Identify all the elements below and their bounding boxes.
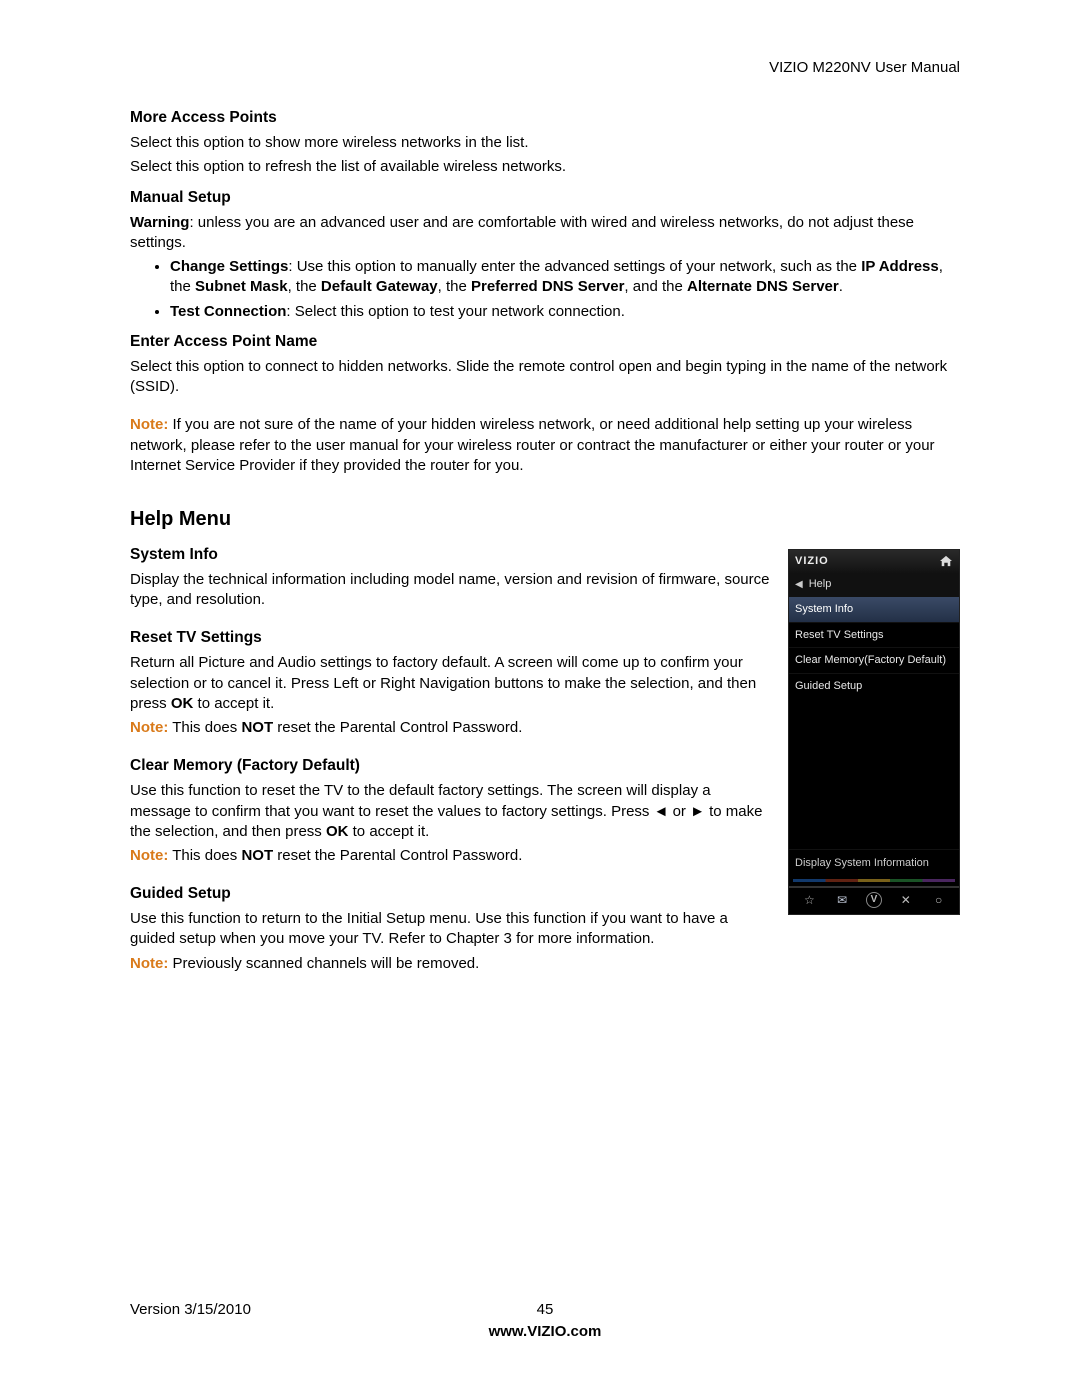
manual-setup-bullet-1: Change Settings: Use this option to manu… (170, 257, 960, 298)
osd-hint: Display System Information (789, 849, 959, 879)
osd-breadcrumb: ◀ Help (789, 573, 959, 596)
hidden-note-text: If you are not sure of the name of your … (130, 416, 935, 474)
message-icon (833, 893, 851, 907)
guided-setup-note: Note: Previously scanned channels will b… (130, 954, 960, 974)
footer-version: Version 3/15/2010 (130, 1300, 251, 1320)
hidden-network-note: Note: If you are not sure of the name of… (130, 415, 960, 476)
manual-setup-warning: Warning: unless you are an advanced user… (130, 213, 960, 254)
osd-item-system-info: System Info (789, 596, 959, 622)
more-access-points-line2: Select this option to refresh the list o… (130, 157, 960, 177)
star-icon (800, 893, 818, 907)
v-button-icon: V (866, 892, 882, 908)
note-label: Note: (130, 416, 168, 433)
warning-text: : unless you are an advanced user and ar… (130, 214, 914, 251)
manual-setup-bullet-2: Test Connection: Select this option to t… (170, 302, 960, 322)
more-access-points-heading: More Access Points (130, 108, 960, 129)
osd-brand: VIZIO (795, 554, 829, 569)
osd-breadcrumb-label: Help (809, 577, 832, 592)
x-icon (897, 893, 915, 907)
footer-url: www.VIZIO.com (130, 1322, 960, 1342)
more-access-points-line1: Select this option to show more wireless… (130, 133, 960, 153)
osd-item-reset-tv: Reset TV Settings (789, 622, 959, 648)
enter-ap-heading: Enter Access Point Name (130, 332, 960, 353)
circle-icon (930, 893, 948, 907)
page-footer: Version 3/15/2010 45 www.VIZIO.com (130, 1300, 960, 1343)
doc-title: VIZIO M220NV User Manual (130, 58, 960, 78)
enter-ap-text: Select this option to connect to hidden … (130, 357, 960, 398)
osd-item-guided-setup: Guided Setup (789, 673, 959, 699)
back-triangle-icon: ◀ (795, 578, 803, 592)
warning-label: Warning (130, 214, 189, 231)
home-icon (939, 555, 953, 567)
osd-screenshot: VIZIO ◀ Help System Info Reset TV Settin… (788, 549, 960, 915)
osd-item-clear-memory: Clear Memory(Factory Default) (789, 647, 959, 673)
osd-filler (789, 699, 959, 849)
footer-page-number: 45 (537, 1300, 554, 1320)
osd-button-bar: V (789, 886, 959, 914)
help-menu-heading: Help Menu (130, 506, 960, 533)
manual-setup-heading: Manual Setup (130, 188, 960, 209)
guided-setup-text: Use this function to return to the Initi… (130, 909, 960, 950)
